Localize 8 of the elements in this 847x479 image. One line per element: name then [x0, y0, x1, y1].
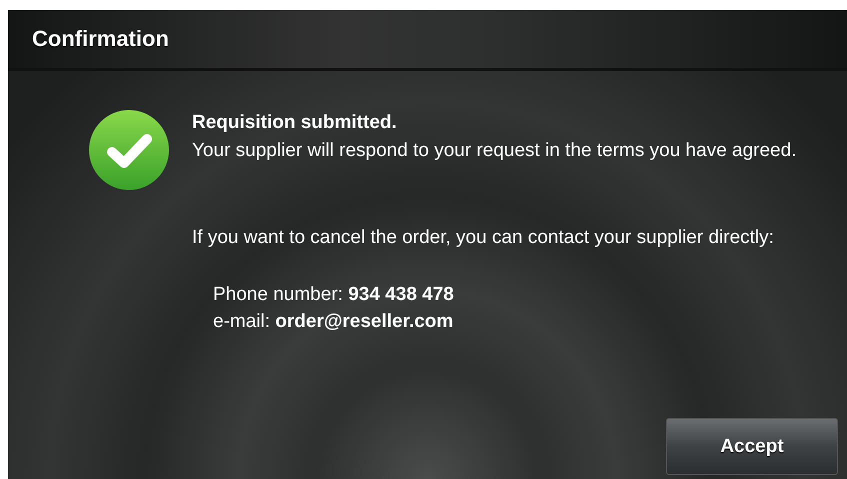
contact-line: e-mail: order@reseller.com: [213, 310, 454, 334]
cancel-note: If you want to cancel the order, you can contact your supplier directly:: [192, 226, 775, 250]
dialog-title: Confirmation: [8, 10, 847, 71]
checkmark-icon: [88, 109, 170, 191]
message-heading: Requisition submitted.: [192, 111, 398, 135]
accept-button[interactable]: Accept: [666, 418, 838, 475]
contact-line: Phone number: 934 438 478: [213, 283, 455, 307]
message-body: Your supplier will respond to your request in the terms you have agreed.: [192, 139, 798, 163]
